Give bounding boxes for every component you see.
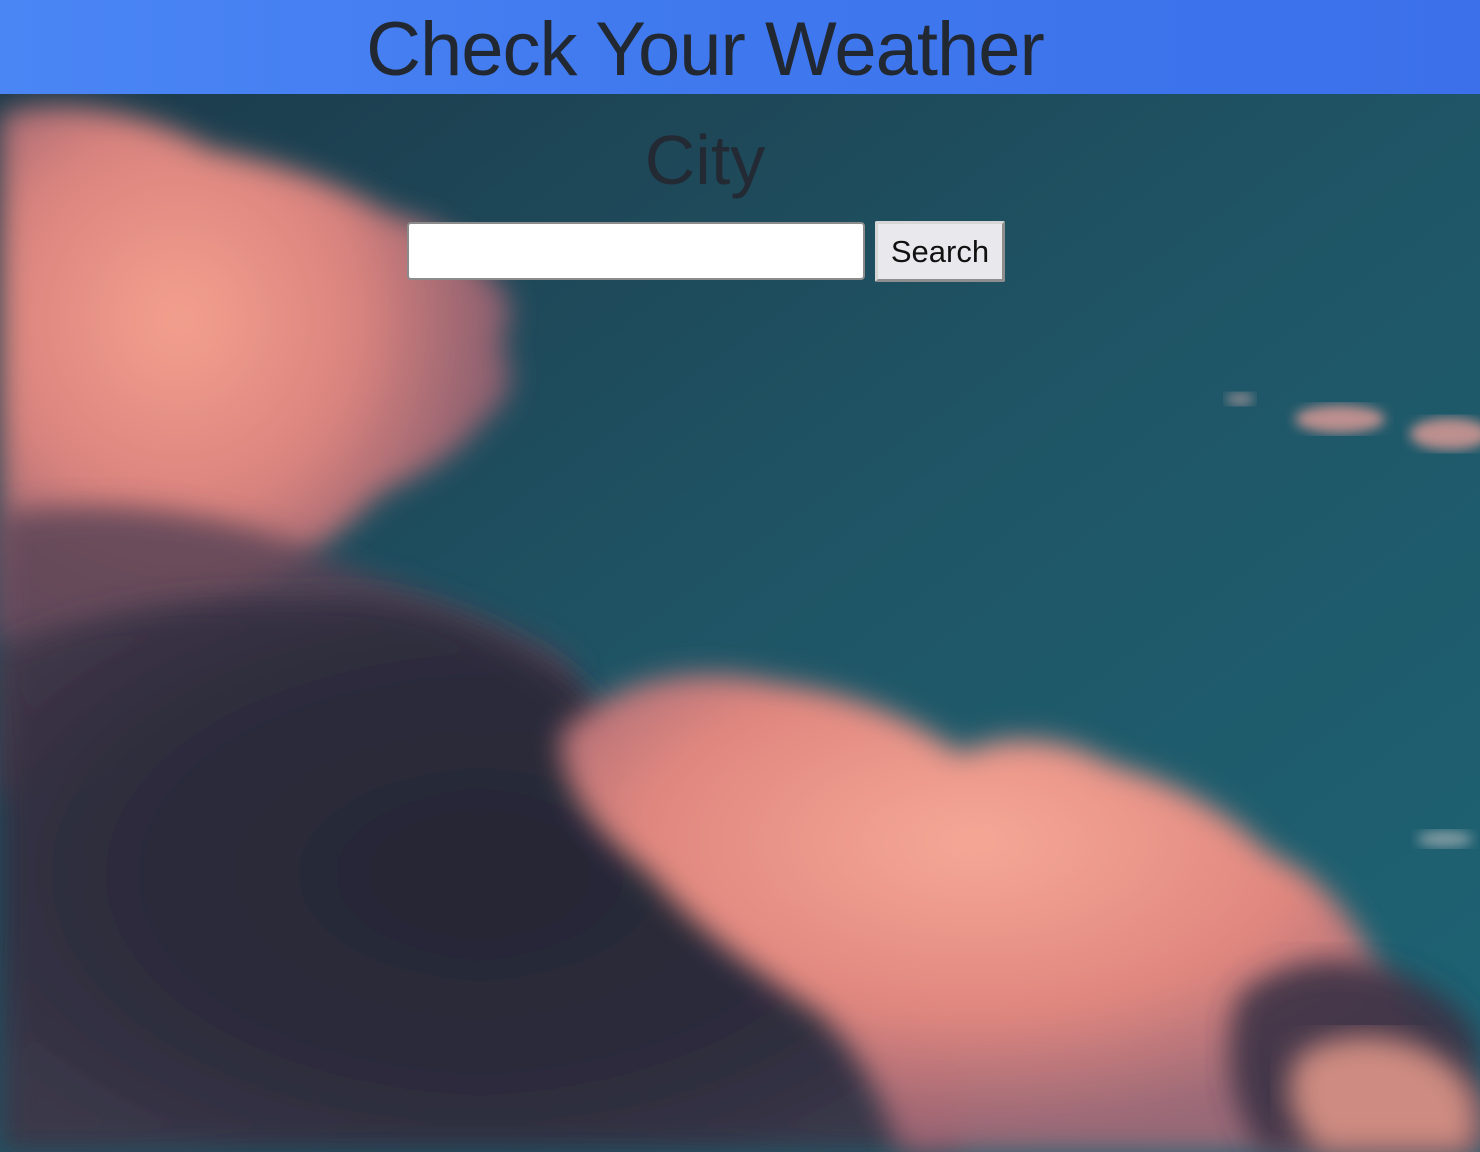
page-title: Check Your Weather — [366, 7, 1045, 92]
page-header: Check Your Weather — [0, 0, 1480, 94]
city-search-input[interactable] — [407, 222, 865, 280]
search-button[interactable]: Search — [875, 221, 1005, 282]
weather-page: Check Your Weather City Search — [0, 0, 1480, 1152]
city-label: City — [644, 121, 766, 199]
